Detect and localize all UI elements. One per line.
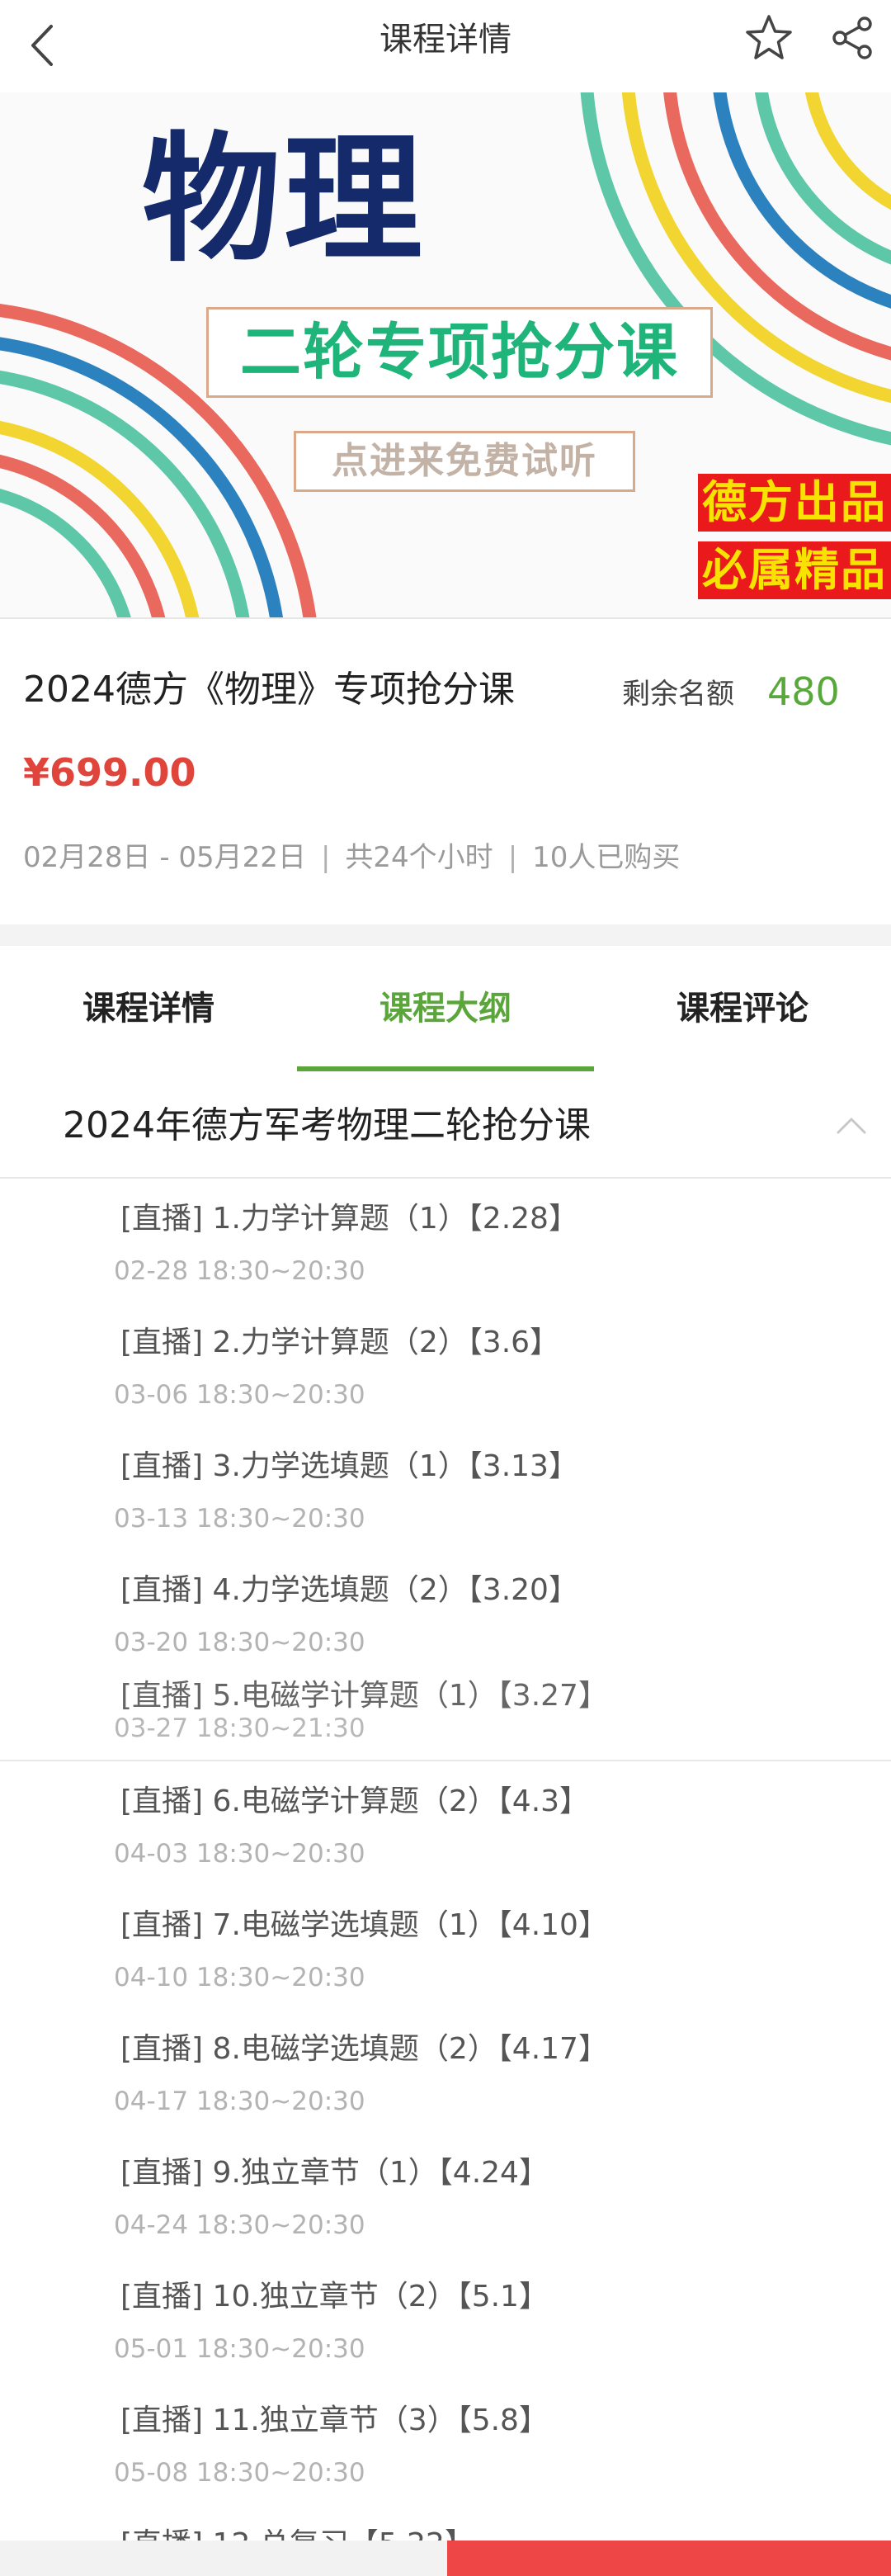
lesson-item[interactable]: [直播] 2.力学计算题（2）【3.6】 03-06 18:30~20:30 — [0, 1302, 891, 1428]
lesson-item[interactable]: [直播] 9.独立章节（1）【4.24】 04-24 18:30~20:30 — [0, 2133, 891, 2258]
top-nav-bar: 课程详情 — [0, 0, 891, 91]
lesson-time: 03-06 18:30~20:30 — [114, 1380, 365, 1410]
lesson-time: 05-08 18:30~20:30 — [114, 2458, 365, 2488]
lesson-title: [直播] 8.电磁学选填题（2）【4.17】 — [120, 2032, 608, 2066]
banner-subtitle: 二轮专项抢分课 — [206, 307, 713, 398]
course-purchased-count: 10人已购买 — [532, 841, 681, 874]
lesson-time: 03-27 18:30~21:30 — [114, 1713, 365, 1743]
lesson-item[interactable]: [直播] 1.力学计算题（1）【2.28】 02-28 18:30~20:30 — [0, 1179, 891, 1304]
outline-section-header[interactable]: 2024年德方军考物理二轮抢分课 — [0, 1071, 891, 1179]
lesson-time: 04-03 18:30~20:30 — [114, 1839, 365, 1869]
tab-course-details[interactable]: 课程详情 — [0, 984, 297, 1033]
lesson-time: 02-28 18:30~20:30 — [114, 1256, 365, 1286]
lesson-title: [直播] 11.独立章节（3）【5.8】 — [120, 2403, 549, 2437]
outline-section-title: 2024年德方军考物理二轮抢分课 — [63, 1104, 591, 1146]
lesson-time: 05-01 18:30~20:30 — [114, 2334, 365, 2364]
lesson-time: 04-10 18:30~20:30 — [114, 1963, 365, 1992]
course-name: 2024德方《物理》专项抢分课 — [23, 669, 515, 711]
share-icon[interactable] — [828, 13, 878, 63]
tab-bar: 课程详情 课程大纲 课程评论 — [0, 946, 891, 1071]
lesson-time: 04-17 18:30~20:30 — [114, 2087, 365, 2116]
lesson-time: 03-20 18:30~20:30 — [114, 1628, 365, 1657]
chevron-up-icon[interactable] — [833, 1109, 870, 1139]
buy-now-button[interactable] — [447, 2541, 891, 2576]
meta-divider: | — [320, 841, 331, 874]
banner-free-trial: 点进来免费试听 — [294, 431, 635, 492]
lesson-title: [直播] 9.独立章节（1）【4.24】 — [120, 2156, 549, 2190]
banner-badge-1: 德方出品 — [698, 474, 891, 532]
course-banner[interactable]: 物理 二轮专项抢分课 点进来免费试听 德方出品 必属精品 — [0, 92, 891, 619]
lesson-item[interactable]: [直播] 7.电磁学选填题（1）【4.10】 04-10 18:30~20:30 — [0, 1885, 891, 2011]
tab-course-reviews[interactable]: 课程评论 — [594, 984, 891, 1033]
lesson-item[interactable]: [直播] 6.电磁学计算题（2）【4.3】 04-03 18:30~20:30 — [0, 1761, 891, 1887]
lesson-item[interactable]: [直播] 10.独立章节（2）【5.1】 05-01 18:30~20:30 — [0, 2257, 891, 2382]
lesson-title: [直播] 4.力学选填题（2）【3.20】 — [120, 1573, 578, 1607]
course-meta: 02月28日 - 05月22日 | 共24个小时 | 10人已购买 — [23, 837, 680, 878]
course-date-range: 02月28日 - 05月22日 — [23, 841, 306, 874]
tab-course-outline[interactable]: 课程大纲 — [297, 984, 594, 1033]
lesson-item[interactable]: [直播] 8.电磁学选填题（2）【4.17】 04-17 18:30~20:30 — [0, 2009, 891, 2134]
lesson-time: 04-24 18:30~20:30 — [114, 2210, 365, 2240]
meta-divider: | — [507, 841, 518, 874]
remaining-seats-label: 剩余名额 — [622, 678, 734, 711]
lesson-title: [直播] 10.独立章节（2）【5.1】 — [120, 2280, 549, 2314]
lesson-title: [直播] 2.力学计算题（2）【3.6】 — [120, 1326, 560, 1359]
lesson-item[interactable]: [直播] 4.力学选填题（2）【3.20】 03-20 18:30~20:30 — [0, 1550, 891, 1676]
remaining-seats-value: 480 — [767, 669, 840, 714]
course-price: ¥699.00 — [23, 750, 196, 795]
lesson-time: 03-13 18:30~20:30 — [114, 1504, 365, 1534]
star-icon[interactable] — [742, 12, 795, 64]
lesson-item[interactable]: [直播] 3.力学选填题（1）【3.13】 03-13 18:30~20:30 — [0, 1426, 891, 1552]
lesson-item[interactable]: [直播] 5.电磁学计算题（1）【3.27】 03-27 18:30~21:30 — [0, 1674, 891, 1761]
bottom-bar-secondary-button[interactable] — [0, 2541, 447, 2576]
banner-badge-2: 必属精品 — [698, 541, 891, 599]
section-gap — [0, 924, 891, 946]
lesson-item[interactable]: [直播] 11.独立章节（3）【5.8】 05-08 18:30~20:30 — [0, 2380, 891, 2506]
lesson-title: [直播] 6.电磁学计算题（2）【4.3】 — [120, 1784, 590, 1818]
lesson-title: [直播] 7.电磁学选填题（1）【4.10】 — [120, 1908, 608, 1942]
course-hours: 共24个小时 — [345, 841, 493, 874]
lesson-title: [直播] 3.力学选填题（1）【3.13】 — [120, 1449, 578, 1483]
lesson-title: [直播] 1.力学计算题（1）【2.28】 — [120, 1202, 578, 1236]
banner-title: 物理 — [142, 119, 426, 281]
